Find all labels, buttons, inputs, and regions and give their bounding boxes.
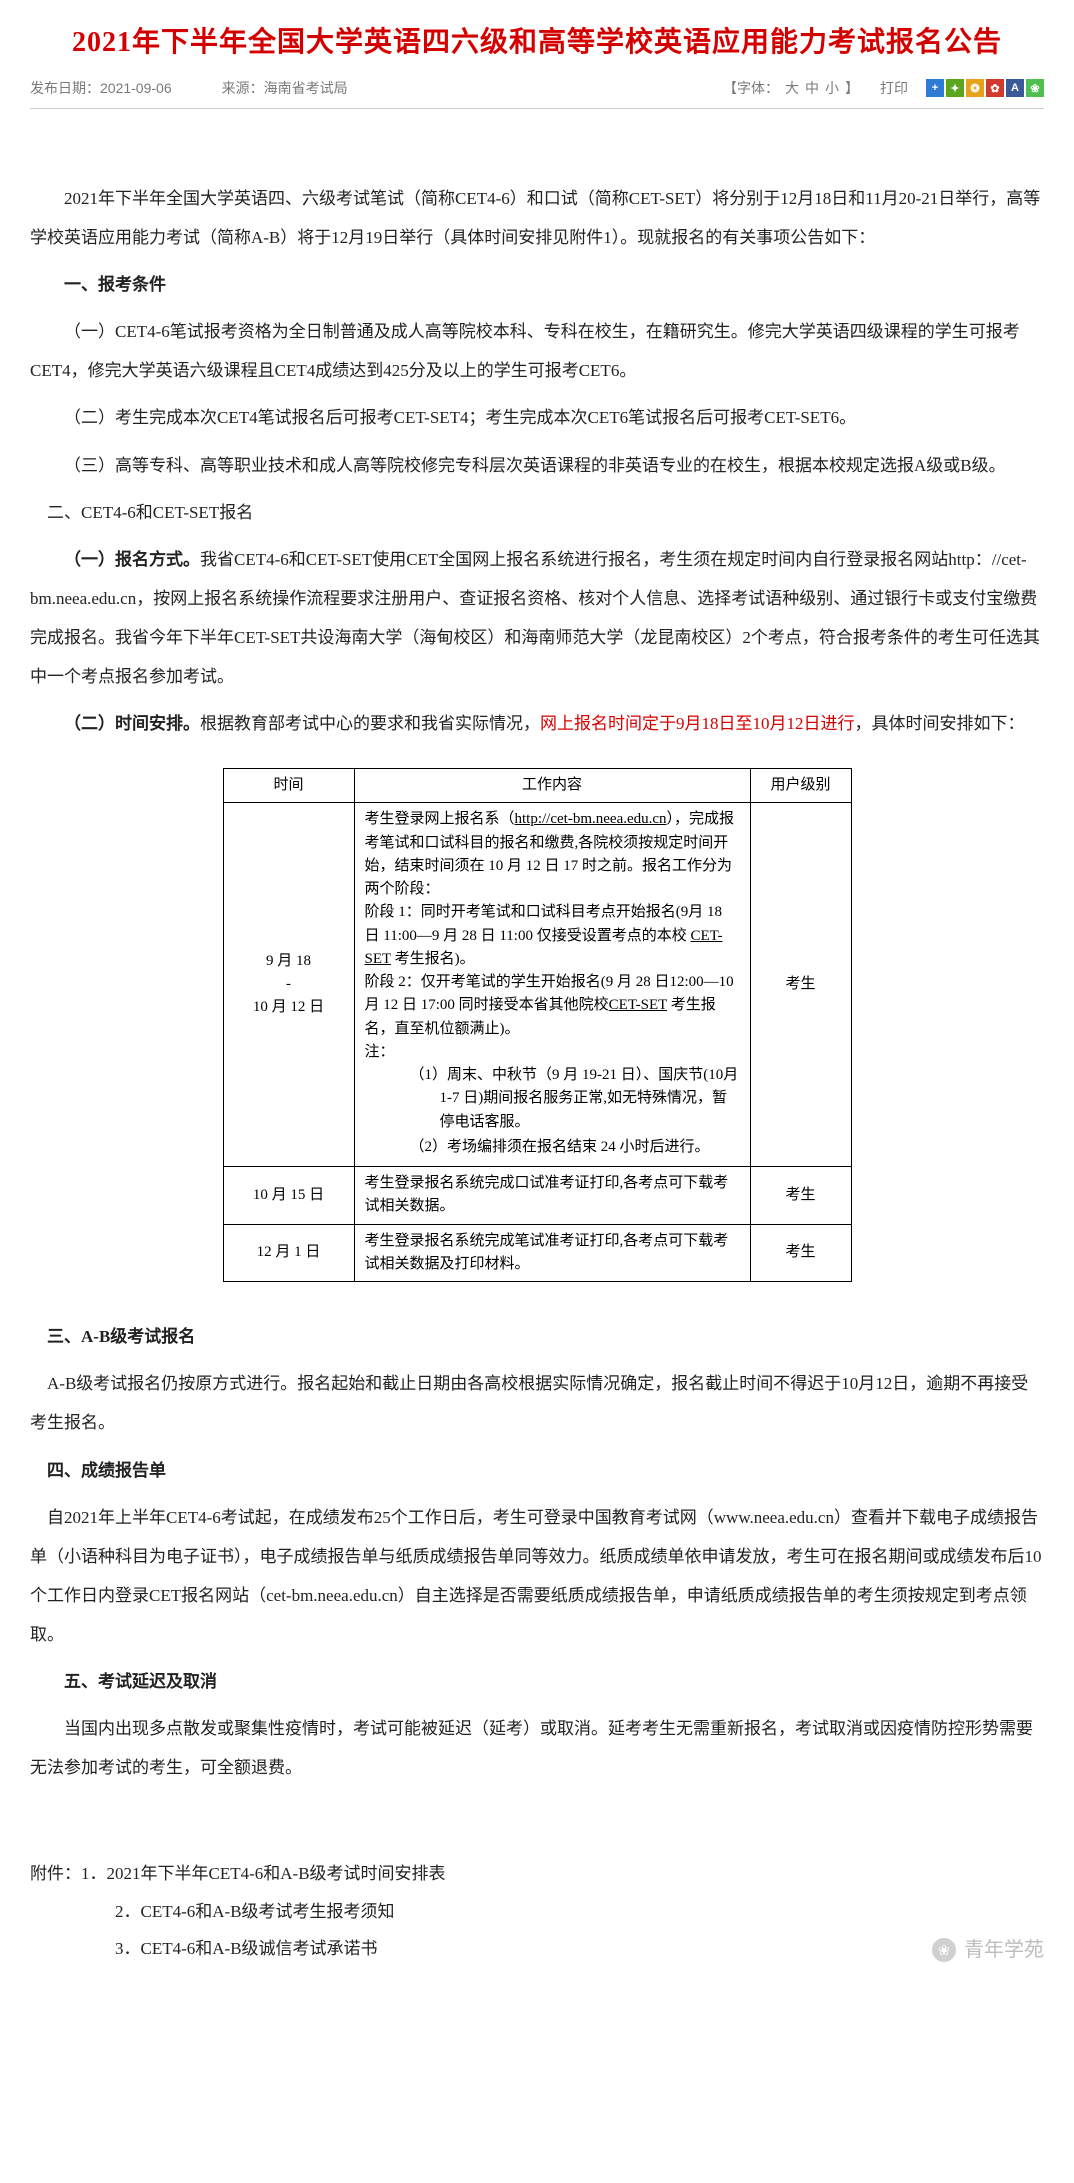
article-body: 2021年下半年全国大学英语四、六级考试笔试（简称CET4-6）和口试（简称CE… (30, 179, 1044, 1967)
table-row: 9 月 18 - 10 月 12 日 考生登录网上报名系（http://cet-… (223, 803, 851, 1167)
font-mid-button[interactable]: 中 (805, 80, 819, 96)
meta-bar: 发布日期：2021-09-06 来源：海南省考试局 【字体：大中小】 打印 + … (30, 78, 1044, 109)
share-icon-2[interactable]: ✦ (946, 79, 964, 97)
schedule-table: 时间 工作内容 用户级别 9 月 18 - 10 月 12 日 考生登录网上报名… (223, 768, 852, 1282)
share-icon-4[interactable]: ✿ (986, 79, 1004, 97)
section-1-heading: 一、报考条件 (30, 265, 1044, 304)
cell-role: 考生 (750, 803, 851, 1167)
paragraph: （一）CET4-6笔试报考资格为全日制普通及成人高等院校本科、专科在校生，在籍研… (30, 312, 1044, 390)
section-4-heading: 四、成绩报告单 (30, 1451, 1044, 1490)
paragraph: 当国内出现多点散发或聚集性疫情时，考试可能被延迟（延考）或取消。延考考生无需重新… (30, 1709, 1044, 1787)
share-icons: + ✦ ❂ ✿ A ❀ (926, 79, 1044, 97)
share-icon-3[interactable]: ❂ (966, 79, 984, 97)
paragraph: （三）高等专科、高等职业技术和成人高等院校修完专科层次英语课程的非英语专业的在校… (30, 446, 1044, 485)
article-title: 2021年下半年全国大学英语四六级和高等学校英语应用能力考试报名公告 (30, 20, 1044, 60)
publish-date: 发布日期：2021-09-06 (30, 78, 172, 98)
cell-time: 12 月 1 日 (223, 1224, 354, 1282)
url-link[interactable]: http://cet-bm.neea.edu.cn (515, 811, 667, 827)
th-work: 工作内容 (354, 769, 750, 803)
share-icon-1[interactable]: + (926, 79, 944, 97)
cell-time: 9 月 18 - 10 月 12 日 (223, 803, 354, 1167)
cell-work: 考生登录报名系统完成笔试准考证打印,各考点可下载考试相关数据及打印材料。 (354, 1224, 750, 1282)
cell-time: 10 月 15 日 (223, 1167, 354, 1225)
wechat-watermark: ❀ 青年学苑 (932, 1927, 1044, 1973)
paragraph: （二）时间安排。根据教育部考试中心的要求和我省实际情况，网上报名时间定于9月18… (30, 704, 1044, 743)
th-role: 用户级别 (750, 769, 851, 803)
th-time: 时间 (223, 769, 354, 803)
share-icon-6[interactable]: ❀ (1026, 79, 1044, 97)
table-row: 10 月 15 日 考生登录报名系统完成口试准考证打印,各考点可下载考试相关数据… (223, 1167, 851, 1225)
wechat-icon: ❀ (932, 1938, 956, 1962)
red-highlight: 网上报名时间定于9月18日至10月12日进行 (540, 714, 855, 733)
share-icon-5[interactable]: A (1006, 79, 1024, 97)
paragraph: A-B级考试报名仍按原方式进行。报名起始和截止日期由各高校根据实际情况确定，报名… (30, 1364, 1044, 1442)
cell-role: 考生 (750, 1224, 851, 1282)
paragraph: 自2021年上半年CET4-6考试起，在成绩发布25个工作日后，考生可登录中国教… (30, 1498, 1044, 1654)
paragraph: （一）报名方式。我省CET4-6和CET-SET使用CET全国网上报名系统进行报… (30, 540, 1044, 696)
attachments: 附件：1．2021年下半年CET4-6和A-B级考试时间安排表 2．CET4-6… (30, 1855, 1044, 1967)
font-control: 【字体：大中小】 (720, 78, 862, 98)
section-3-heading: 三、A-B级考试报名 (30, 1317, 1044, 1356)
cell-role: 考生 (750, 1167, 851, 1225)
section-5-heading: 五、考试延迟及取消 (30, 1662, 1044, 1701)
table-row: 12 月 1 日 考生登录报名系统完成笔试准考证打印,各考点可下载考试相关数据及… (223, 1224, 851, 1282)
cell-work: 考生登录报名系统完成口试准考证打印,各考点可下载考试相关数据。 (354, 1167, 750, 1225)
font-small-button[interactable]: 小 (825, 80, 839, 96)
intro-paragraph: 2021年下半年全国大学英语四、六级考试笔试（简称CET4-6）和口试（简称CE… (30, 179, 1044, 257)
cell-work: 考生登录网上报名系（http://cet-bm.neea.edu.cn），完成报… (354, 803, 750, 1167)
source: 来源：海南省考试局 (222, 78, 348, 98)
section-2-heading: 二、CET4-6和CET-SET报名 (30, 493, 1044, 532)
paragraph: （二）考生完成本次CET4笔试报名后可报考CET-SET4；考生完成本次CET6… (30, 398, 1044, 437)
print-button[interactable]: 打印 (880, 78, 908, 98)
font-large-button[interactable]: 大 (785, 80, 799, 96)
